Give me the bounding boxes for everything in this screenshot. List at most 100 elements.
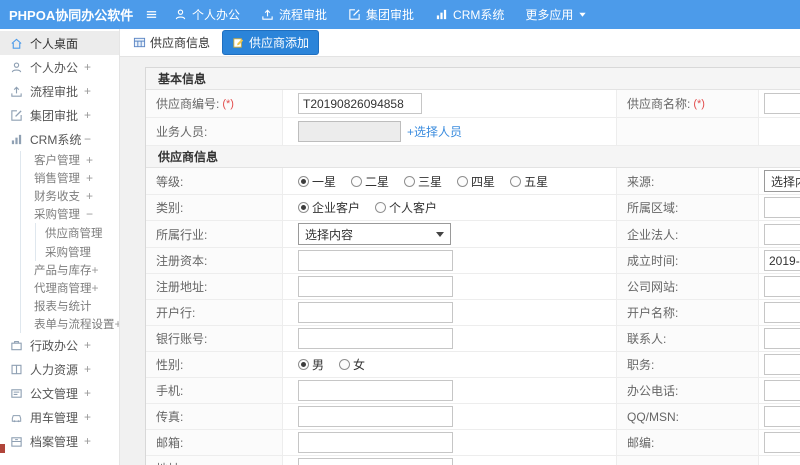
field-control: [759, 90, 800, 117]
form-row: 业务人员: +选择人员: [146, 118, 800, 146]
text-input[interactable]: [764, 276, 800, 297]
radio-button[interactable]: [404, 175, 416, 187]
sidebar-item-4[interactable]: CRM系统 −: [0, 127, 119, 151]
expand-toggle[interactable]: +: [84, 362, 91, 376]
field-label-text: 成立时间:: [627, 254, 679, 268]
tab-supplier-add[interactable]: 供应商添加: [222, 30, 320, 55]
sidebar-item-7[interactable]: 财务收支 +: [20, 187, 119, 205]
expand-toggle[interactable]: +: [86, 171, 93, 185]
text-input[interactable]: [764, 380, 800, 401]
tab-label: 供应商添加: [249, 36, 310, 50]
radio-option[interactable]: 三星: [404, 173, 442, 190]
text-input[interactable]: [298, 328, 453, 349]
topnav-item-4[interactable]: 更多应用: [525, 6, 587, 23]
select-box[interactable]: 选择内容: [764, 170, 800, 192]
topnav-item-1[interactable]: 流程审批: [261, 6, 327, 23]
expand-toggle[interactable]: +: [84, 410, 91, 424]
radio-option[interactable]: 个人客户: [375, 199, 437, 216]
radio-option[interactable]: 四星: [457, 173, 495, 190]
topnav-item-0[interactable]: 个人办公: [174, 6, 240, 23]
sidebar-item-6[interactable]: 销售管理 +: [20, 169, 119, 187]
sidebar-item-12[interactable]: 代理商管理 +: [20, 279, 119, 297]
tab-supplier-info[interactable]: 供应商信息: [133, 34, 210, 51]
sidebar-item-14[interactable]: 表单与流程设置+: [20, 315, 119, 333]
radio-button[interactable]: [298, 359, 309, 370]
expand-toggle[interactable]: +: [84, 84, 91, 98]
expand-toggle[interactable]: −: [86, 207, 93, 221]
expand-toggle[interactable]: +: [86, 189, 93, 203]
radio-button[interactable]: [457, 175, 469, 187]
select-person-link[interactable]: +选择人员: [407, 123, 462, 140]
expand-toggle[interactable]: +: [92, 281, 99, 295]
sidebar-item-9[interactable]: 供应商管理: [20, 223, 119, 242]
field-control: [283, 456, 617, 465]
sidebar-item-19[interactable]: 档案管理 +: [0, 429, 119, 453]
sidebar-item-17[interactable]: 公文管理 +: [0, 381, 119, 405]
radio-option[interactable]: 女: [339, 356, 365, 373]
radio-button[interactable]: [339, 359, 351, 370]
upload-icon: [10, 85, 23, 98]
sidebar-item-18[interactable]: 用车管理 +: [0, 405, 119, 429]
expand-toggle[interactable]: +: [84, 434, 91, 448]
radio-button[interactable]: [298, 175, 309, 187]
sidebar-item-13[interactable]: 报表与统计: [20, 297, 119, 315]
text-input[interactable]: [298, 93, 422, 114]
expand-toggle[interactable]: +: [92, 263, 99, 277]
text-input[interactable]: [764, 328, 800, 349]
sidebar-item-10[interactable]: 采购管理: [20, 242, 119, 261]
topnav-item-2[interactable]: 集团审批: [348, 6, 414, 23]
text-input[interactable]: [764, 354, 800, 375]
radio-button[interactable]: [351, 175, 363, 187]
expand-toggle[interactable]: +: [86, 153, 93, 167]
radio-button[interactable]: [510, 175, 522, 187]
sidebar-item-0[interactable]: 个人桌面: [0, 31, 119, 55]
field-label-text: 联系人:: [627, 332, 667, 346]
text-input[interactable]: [764, 93, 800, 114]
app-logo: PHPOA协同办公软件: [9, 8, 134, 23]
sidebar-item-1[interactable]: 个人办公 +: [0, 55, 119, 79]
text-input[interactable]: [764, 223, 800, 245]
sidebar-item-label: 采购管理: [34, 209, 80, 221]
expand-toggle[interactable]: −: [84, 132, 91, 146]
readonly-input[interactable]: [298, 121, 401, 142]
field-label: 银行账号:: [146, 326, 283, 351]
expand-toggle[interactable]: +: [84, 386, 91, 400]
radio-option[interactable]: 男: [298, 356, 324, 373]
text-input[interactable]: [298, 380, 453, 401]
text-input[interactable]: [764, 250, 800, 271]
radio-button[interactable]: [298, 202, 309, 213]
topnav-item-label: 个人办公: [192, 8, 241, 22]
radio-button[interactable]: [375, 202, 387, 213]
radio-option[interactable]: 二星: [351, 173, 389, 190]
expand-toggle[interactable]: +: [84, 108, 91, 122]
text-input[interactable]: [298, 250, 453, 271]
sidebar-item-16[interactable]: 人力资源 +: [0, 357, 119, 381]
text-input[interactable]: [298, 302, 453, 323]
text-input[interactable]: [298, 276, 453, 297]
expand-toggle[interactable]: +: [84, 338, 91, 352]
sidebar-item-15[interactable]: 行政办公 +: [0, 333, 119, 357]
field-label: 所属行业:: [146, 221, 283, 247]
radio-option[interactable]: 五星: [510, 173, 548, 190]
sidebar-item-8[interactable]: 采购管理 −: [20, 205, 119, 223]
sidebar-item-5[interactable]: 客户管理 +: [20, 151, 119, 169]
field-label: 业务人员:: [146, 118, 283, 145]
menu-icon[interactable]: [145, 8, 158, 21]
field-label: QQ/MSN:: [617, 404, 759, 429]
expand-toggle[interactable]: +: [84, 60, 91, 74]
text-input[interactable]: [764, 406, 800, 427]
sidebar-item-11[interactable]: 产品与库存 +: [20, 261, 119, 279]
sidebar-item-2[interactable]: 流程审批 +: [0, 79, 119, 103]
text-input[interactable]: [764, 432, 800, 453]
text-input[interactable]: [764, 197, 800, 218]
text-input[interactable]: [298, 458, 453, 465]
radio-option[interactable]: 企业客户: [298, 199, 360, 216]
topnav-item-3[interactable]: CRM系统: [435, 6, 504, 23]
text-input[interactable]: [764, 302, 800, 323]
radio-option[interactable]: 一星: [298, 173, 336, 190]
sidebar-item-label: 个人桌面: [30, 36, 79, 51]
sidebar-item-3[interactable]: 集团审批 +: [0, 103, 119, 127]
text-input[interactable]: [298, 406, 453, 427]
text-input[interactable]: [298, 432, 453, 453]
select-box[interactable]: 选择内容: [298, 223, 451, 245]
